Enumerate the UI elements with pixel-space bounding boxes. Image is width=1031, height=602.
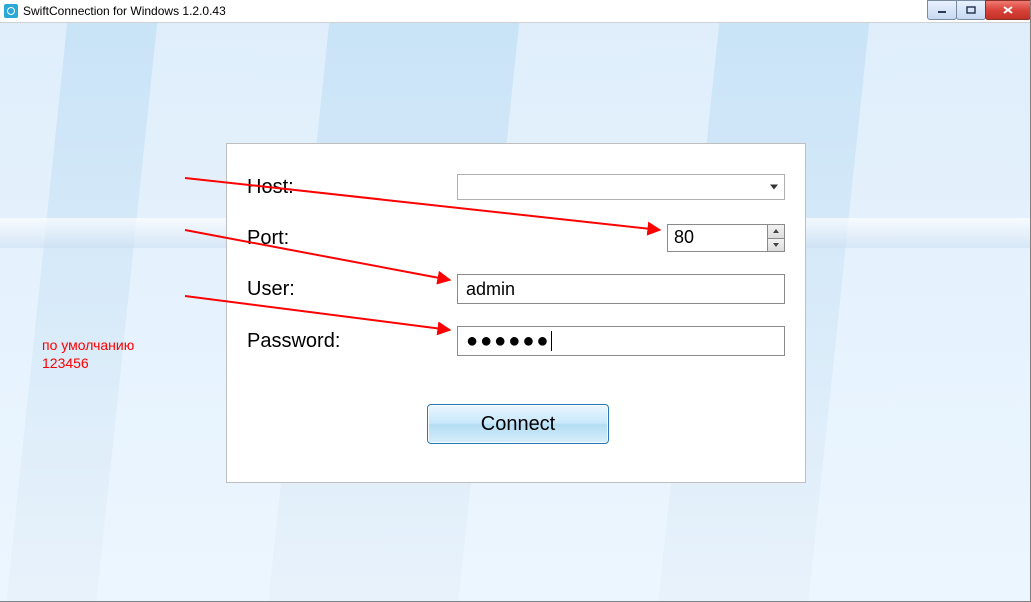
chevron-down-icon xyxy=(770,185,778,190)
port-increment-button[interactable] xyxy=(768,225,784,239)
window-titlebar[interactable]: SwiftConnection for Windows 1.2.0.43 xyxy=(0,0,1031,23)
port-value[interactable]: 80 xyxy=(668,225,767,251)
maximize-button[interactable] xyxy=(956,0,986,20)
password-field[interactable]: ●●●●●● xyxy=(457,326,785,356)
password-label: Password: xyxy=(247,330,457,353)
port-label: Port: xyxy=(247,227,457,250)
connect-button[interactable]: Connect xyxy=(427,404,609,444)
window-title: SwiftConnection for Windows 1.2.0.43 xyxy=(23,4,226,18)
port-spin-buttons xyxy=(767,225,784,251)
user-value: admin xyxy=(466,279,515,300)
close-button[interactable] xyxy=(985,0,1031,20)
text-caret xyxy=(551,331,552,351)
host-combobox[interactable] xyxy=(457,174,785,200)
close-icon xyxy=(1002,5,1014,15)
host-row: Host: xyxy=(247,174,785,200)
maximize-icon xyxy=(966,6,976,14)
password-row: Password: ●●●●●● xyxy=(247,326,785,356)
app-icon xyxy=(4,4,18,18)
minimize-button[interactable] xyxy=(927,0,957,20)
window-controls xyxy=(928,0,1031,20)
host-label: Host: xyxy=(247,176,457,199)
connection-panel: Host: Port: 80 User: admin Password: ●●●… xyxy=(226,143,806,483)
user-row: User: admin xyxy=(247,274,785,304)
port-row: Port: 80 xyxy=(247,224,785,252)
password-mask: ●●●●●● xyxy=(466,330,550,353)
port-decrement-button[interactable] xyxy=(768,239,784,252)
connect-button-label: Connect xyxy=(481,413,556,436)
user-field[interactable]: admin xyxy=(457,274,785,304)
port-spinner[interactable]: 80 xyxy=(667,224,785,252)
minimize-icon xyxy=(937,6,947,14)
user-label: User: xyxy=(247,278,457,301)
default-credentials-annotation: по умолчанию 123456 xyxy=(42,336,134,372)
